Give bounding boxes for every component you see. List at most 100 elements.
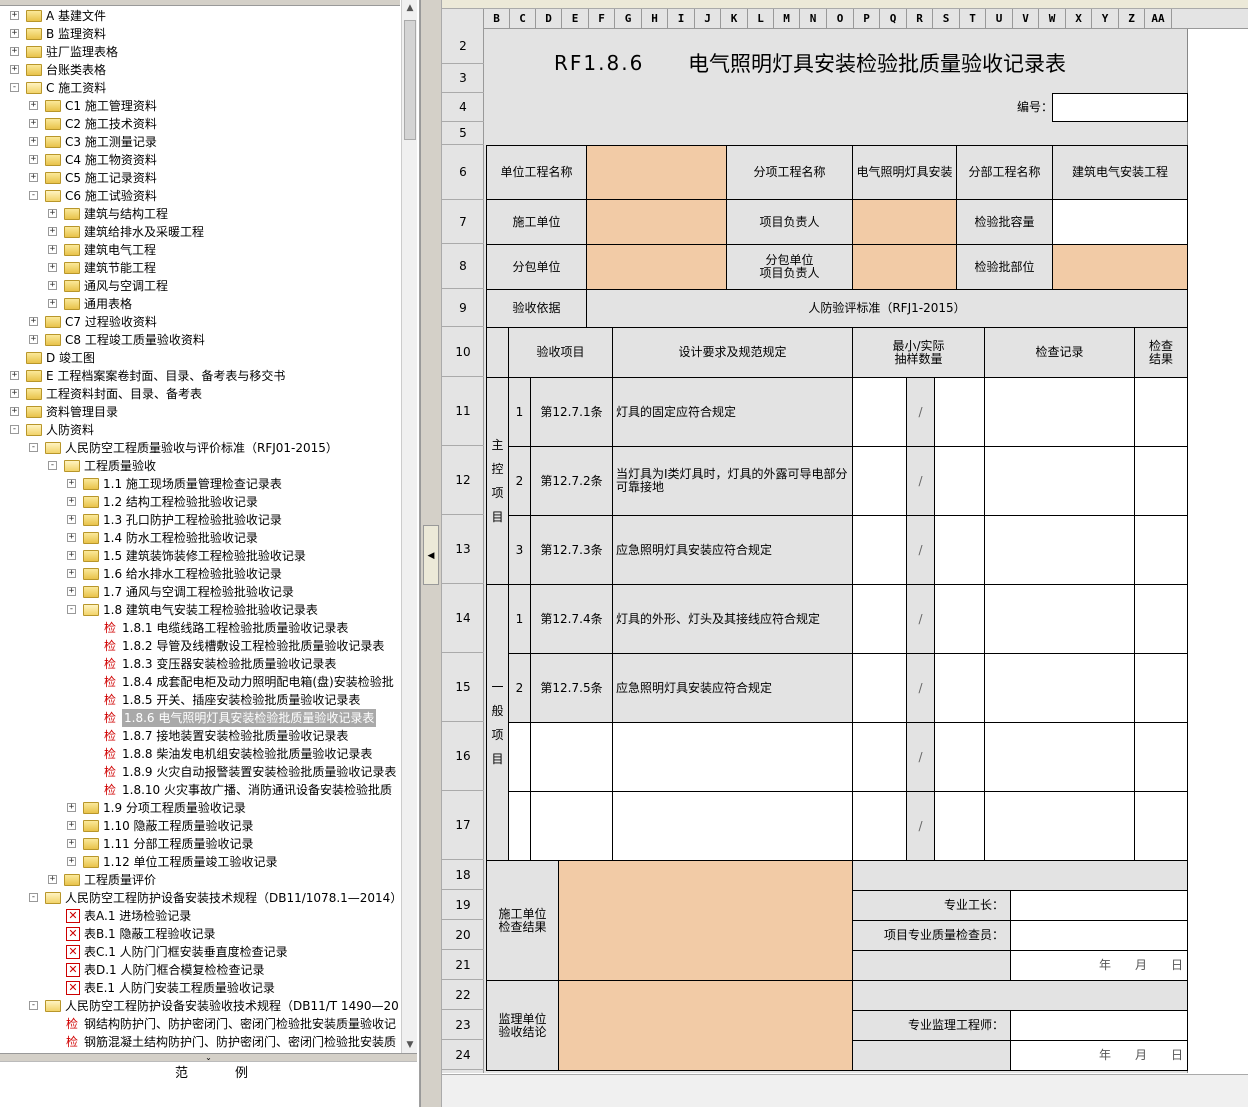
panel-splitter[interactable]: ⌄ — [0, 1053, 417, 1062]
column-letter[interactable]: X — [1066, 9, 1092, 29]
actual-sample-input[interactable] — [934, 653, 985, 723]
expand-icon[interactable]: + — [29, 101, 38, 110]
result-input[interactable] — [1134, 653, 1188, 723]
expand-icon[interactable]: + — [29, 317, 38, 326]
expand-icon[interactable]: + — [48, 299, 57, 308]
collapse-icon[interactable]: - — [67, 605, 76, 614]
row-number[interactable]: 22 — [442, 980, 484, 1010]
column-letter[interactable]: V — [1013, 9, 1039, 29]
expand-icon[interactable]: + — [48, 263, 57, 272]
expand-icon[interactable]: + — [10, 65, 19, 74]
column-letter[interactable]: Q — [880, 9, 907, 29]
min-sample-input[interactable] — [852, 515, 907, 585]
row-number[interactable]: 17 — [442, 791, 484, 860]
result-input[interactable] — [1134, 446, 1188, 516]
result-input[interactable] — [1134, 584, 1188, 654]
supervisor-result-input[interactable] — [558, 980, 853, 1071]
row-number[interactable]: 23 — [442, 1010, 484, 1040]
record-input[interactable] — [984, 446, 1135, 516]
capacity-input[interactable] — [1052, 199, 1188, 245]
row-number[interactable]: 11 — [442, 377, 484, 446]
select-all-corner[interactable] — [442, 9, 484, 29]
row-number[interactable]: 13 — [442, 515, 484, 584]
column-letter[interactable]: R — [907, 9, 933, 29]
row-number[interactable]: 16 — [442, 722, 484, 791]
result-input[interactable] — [1134, 791, 1188, 861]
number-input[interactable] — [1052, 93, 1188, 122]
column-letter[interactable]: O — [827, 9, 854, 29]
result-input[interactable] — [1134, 377, 1188, 447]
subcontractor-input[interactable] — [586, 244, 727, 290]
collapse-icon[interactable]: - — [10, 83, 19, 92]
expand-icon[interactable]: + — [10, 407, 19, 416]
expand-icon[interactable]: + — [10, 389, 19, 398]
min-sample-input[interactable] — [852, 653, 907, 723]
actual-sample-input[interactable] — [934, 446, 985, 516]
column-letter[interactable]: Y — [1092, 9, 1119, 29]
column-letter[interactable]: B — [484, 9, 510, 29]
expand-icon[interactable]: + — [48, 227, 57, 236]
sub-pm-input[interactable] — [852, 244, 957, 290]
column-letter[interactable]: E — [562, 9, 589, 29]
record-input[interactable] — [984, 653, 1135, 723]
min-sample-input[interactable] — [852, 791, 907, 861]
row-number[interactable]: 6 — [442, 145, 484, 200]
column-letter[interactable]: I — [668, 9, 695, 29]
expand-icon[interactable]: + — [67, 479, 76, 488]
collapse-icon[interactable]: - — [29, 191, 38, 200]
min-sample-input[interactable] — [852, 377, 907, 447]
expand-icon[interactable]: + — [67, 533, 76, 542]
row-number[interactable]: 18 — [442, 860, 484, 890]
expand-icon[interactable]: + — [67, 551, 76, 560]
expand-icon[interactable]: + — [67, 569, 76, 578]
contractor-date[interactable]: 年 月 日 — [1010, 950, 1188, 981]
column-letter[interactable]: D — [536, 9, 562, 29]
column-letter[interactable]: C — [510, 9, 536, 29]
expand-icon[interactable]: + — [29, 119, 38, 128]
row-number[interactable]: 7 — [442, 200, 484, 244]
expand-icon[interactable]: + — [10, 47, 19, 56]
column-letter[interactable]: J — [695, 9, 721, 29]
column-letter[interactable]: M — [774, 9, 800, 29]
expand-icon[interactable]: + — [48, 875, 57, 884]
unit-project-input[interactable] — [586, 145, 727, 200]
contractor-result-input[interactable] — [558, 860, 853, 981]
document-tree[interactable]: + A 基建文件 + B 监理资料 + 驻厂监理表格 + 台账类表格 - C 施工资料 + C1 施工… — [0, 6, 400, 1053]
expand-icon[interactable]: + — [67, 803, 76, 812]
actual-sample-input[interactable] — [934, 722, 985, 792]
expand-icon[interactable]: + — [10, 11, 19, 20]
actual-sample-input[interactable] — [934, 584, 985, 654]
row-number[interactable]: 20 — [442, 920, 484, 950]
expand-icon[interactable]: + — [48, 245, 57, 254]
expand-icon[interactable]: + — [29, 155, 38, 164]
collapse-handle[interactable]: ◀ — [423, 525, 439, 585]
column-letter[interactable]: K — [721, 9, 748, 29]
row-number[interactable]: 21 — [442, 950, 484, 980]
column-letter[interactable]: P — [854, 9, 880, 29]
collapse-icon[interactable]: - — [29, 893, 38, 902]
actual-sample-input[interactable] — [934, 377, 985, 447]
expand-icon[interactable]: + — [67, 587, 76, 596]
row-number[interactable]: 2 — [442, 29, 484, 64]
row-number[interactable]: 3 — [442, 64, 484, 93]
result-input[interactable] — [1134, 722, 1188, 792]
column-letter[interactable]: AA — [1145, 9, 1172, 29]
row-number[interactable]: 12 — [442, 446, 484, 515]
expand-icon[interactable]: + — [48, 281, 57, 290]
location-input[interactable] — [1052, 244, 1188, 290]
result-input[interactable] — [1134, 515, 1188, 585]
row-number[interactable]: 4 — [442, 93, 484, 122]
collapse-icon[interactable]: - — [29, 443, 38, 452]
supervisor-date[interactable]: 年 月 日 — [1010, 1040, 1188, 1071]
actual-sample-input[interactable] — [934, 791, 985, 861]
tree-scrollbar[interactable]: ▲ ▼ — [401, 0, 417, 1053]
collapse-icon[interactable]: - — [29, 1001, 38, 1010]
column-letter[interactable]: S — [933, 9, 960, 29]
actual-sample-input[interactable] — [934, 515, 985, 585]
expand-icon[interactable]: + — [67, 497, 76, 506]
record-input[interactable] — [984, 515, 1135, 585]
record-input[interactable] — [984, 791, 1135, 861]
expand-icon[interactable]: + — [67, 857, 76, 866]
expand-icon[interactable]: + — [67, 515, 76, 524]
column-letter[interactable]: W — [1039, 9, 1066, 29]
